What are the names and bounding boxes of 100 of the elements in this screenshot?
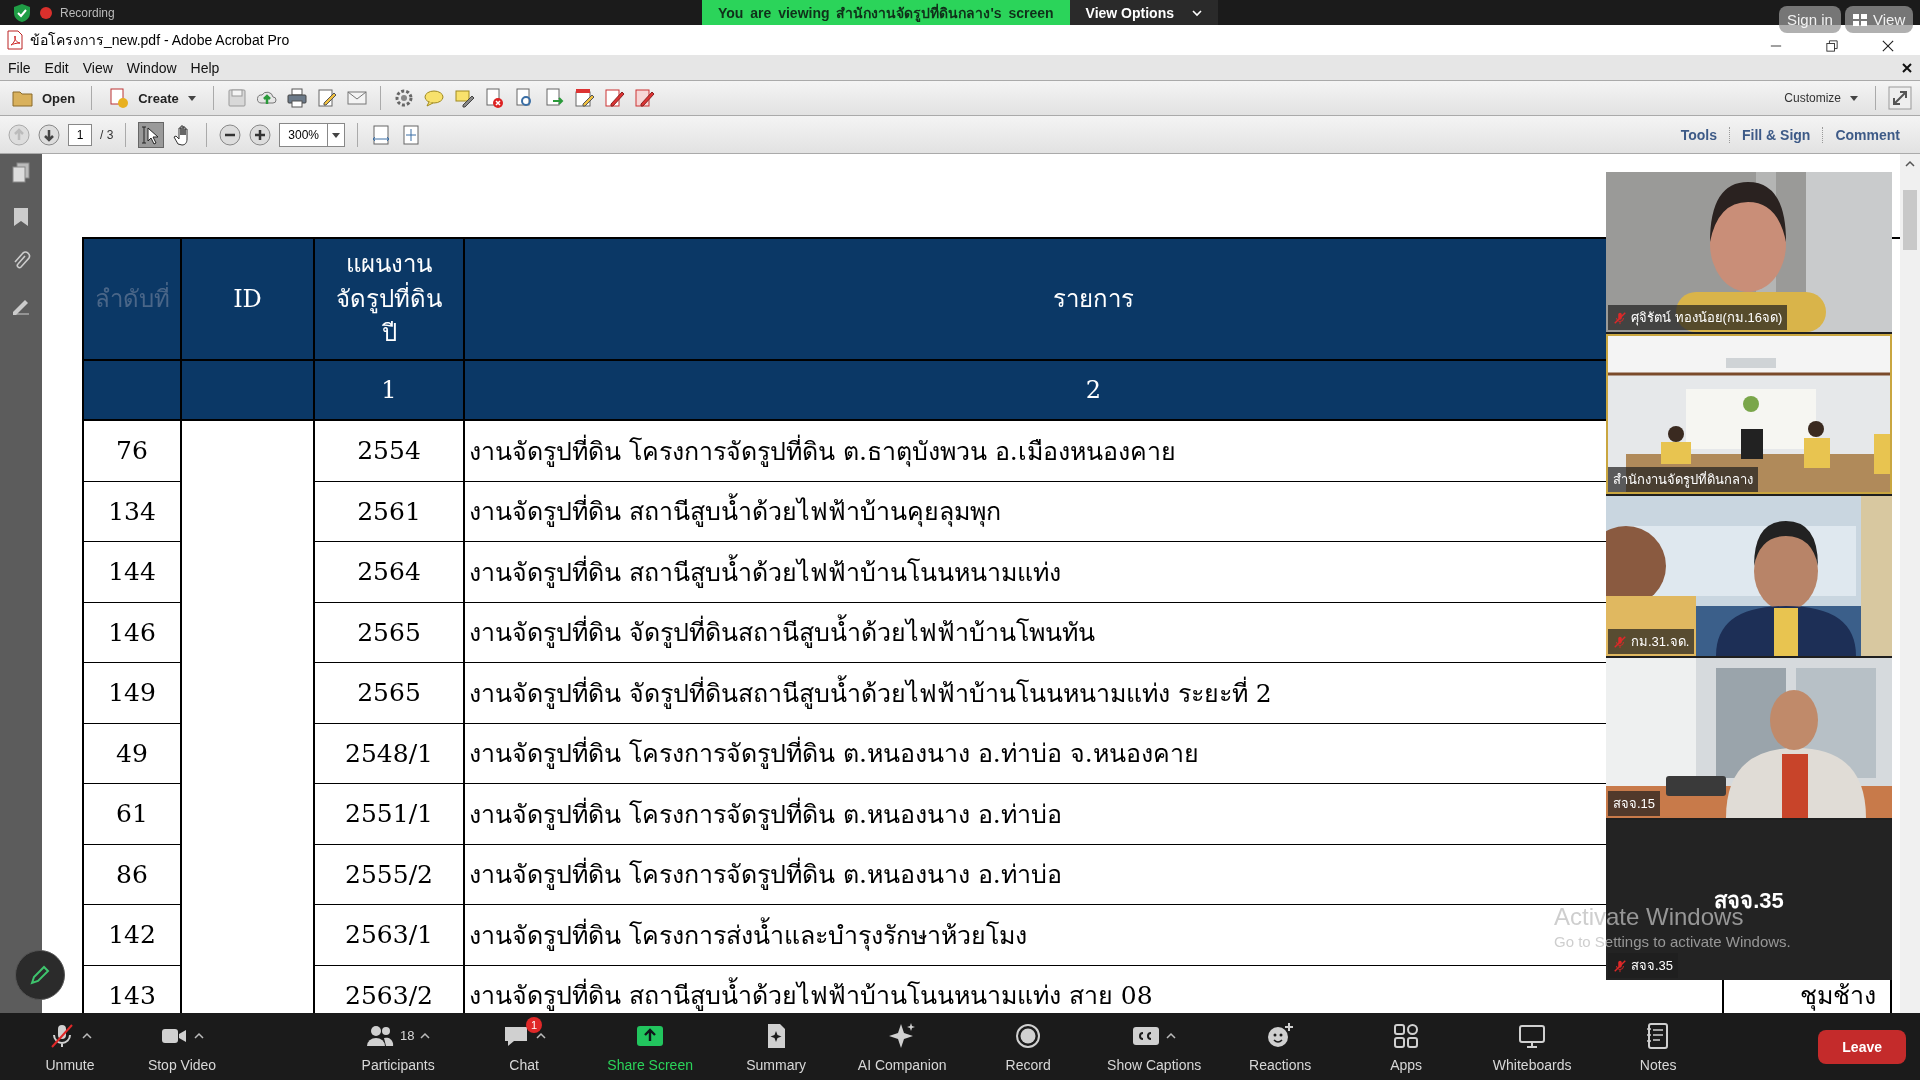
pdf-icon <box>6 30 24 50</box>
screen-share-banner: You are viewing สำนักงานจัดรูปที่ดินกลาง's screen <box>702 0 1070 25</box>
select-tool-icon[interactable] <box>138 121 165 148</box>
restore-icon[interactable] <box>1826 40 1838 52</box>
muted-mic-icon <box>1613 634 1627 649</box>
close-icon[interactable] <box>1882 40 1894 52</box>
page-number-field[interactable]: 1 <box>68 123 92 146</box>
highlight-note-icon[interactable] <box>452 87 475 109</box>
toolbar-button[interactable]: Apps <box>1350 1020 1463 1073</box>
column-number: 1 <box>315 361 465 421</box>
table-cell: 2564 <box>315 542 465 603</box>
zoom-field[interactable]: 300% <box>279 122 346 147</box>
zoom-in-icon[interactable] <box>249 123 272 146</box>
toolbar-button[interactable]: Whiteboards <box>1476 1020 1589 1073</box>
table-cell: 2561 <box>315 481 465 542</box>
table-cell: 76 <box>84 421 182 482</box>
toolbar-button[interactable]: Show Captions <box>1098 1020 1211 1073</box>
sign-in-button[interactable]: Sign in <box>1779 6 1841 33</box>
menu-item[interactable]: Edit <box>44 59 69 76</box>
table-cell: 86 <box>84 844 182 905</box>
smiley-plus-icon <box>1268 1021 1295 1047</box>
toolbar-button[interactable]: Reactions <box>1224 1020 1337 1073</box>
toolbar-button[interactable]: Notes <box>1602 1020 1715 1073</box>
expand-icon[interactable] <box>1888 86 1912 110</box>
toolbar-button[interactable]: Unmute <box>14 1020 126 1073</box>
video-camera-icon <box>162 1028 186 1043</box>
participant-name: ศุจิรัตน์ ทองน้อย(กม.16จด) <box>1608 305 1788 330</box>
window-title: ข้อโครงการ_new.pdf - Adobe Acrobat Pro <box>30 31 290 50</box>
next-page-icon[interactable] <box>38 123 60 146</box>
dropdown-arrow-icon <box>186 94 197 102</box>
sparkle-icon <box>889 1022 916 1048</box>
table-cell: 2565 <box>315 602 465 663</box>
notebook-icon <box>1646 1022 1669 1049</box>
print-icon[interactable] <box>285 87 308 109</box>
close-icon[interactable] <box>1902 62 1912 73</box>
menu-item[interactable]: File <box>8 59 31 76</box>
table-cell: 2555/2 <box>315 844 465 905</box>
chat-icon <box>505 1026 528 1046</box>
bookmark-icon[interactable] <box>11 206 31 228</box>
scrollbar-thumb[interactable] <box>1903 190 1917 250</box>
pane-tab[interactable]: Comment <box>1822 126 1912 143</box>
table-cell: 2548/1 <box>315 723 465 784</box>
recording-icon <box>40 6 52 19</box>
table-cell: 134 <box>84 481 182 542</box>
table-cell: 49 <box>84 723 182 784</box>
summary-icon <box>768 1023 786 1048</box>
table-cell: 149 <box>84 663 182 724</box>
table-cell: 61 <box>84 784 182 845</box>
menu-item[interactable]: Help <box>190 59 220 76</box>
paperclip-icon[interactable] <box>11 250 31 272</box>
caret-icon[interactable] <box>1166 1031 1177 1040</box>
customize-button[interactable]: Customize <box>1780 89 1863 107</box>
caret-icon[interactable] <box>420 1031 431 1040</box>
page-count: / 3 <box>100 127 114 142</box>
view-button[interactable]: View <box>1845 6 1914 33</box>
table-cell: 2565 <box>315 663 465 724</box>
leave-button[interactable]: Leave <box>1818 1029 1906 1064</box>
zoom-out-icon[interactable] <box>219 123 242 146</box>
participant-name: กม.31.จด. <box>1608 629 1695 654</box>
pane-tab[interactable]: Fill & Sign <box>1729 126 1823 143</box>
dropdown-arrow-icon <box>1849 94 1859 102</box>
caret-icon <box>1192 8 1202 17</box>
muted-mic-icon <box>51 1023 73 1048</box>
recording-label: Recording <box>60 5 115 20</box>
edit-icon[interactable] <box>315 87 338 109</box>
muted-mic-icon <box>1613 310 1627 325</box>
table-cell: 2551/1 <box>315 784 465 845</box>
view-options-button[interactable]: View Options <box>1069 0 1218 25</box>
signature-request-icon[interactable] <box>632 87 655 109</box>
toolbar-button[interactable]: Record <box>972 1020 1085 1073</box>
column-header: แผนงาน จัดรูปที่ดิน ปี <box>315 239 465 361</box>
create-pdf-icon <box>108 87 131 109</box>
toolbar-button[interactable]: AI Companion <box>846 1020 959 1073</box>
whiteboard-icon <box>1519 1024 1546 1048</box>
caret-icon[interactable] <box>194 1031 204 1040</box>
signature-icon[interactable] <box>602 87 625 109</box>
table-cell: 2554 <box>315 421 465 482</box>
toolbar-button[interactable]: 18 Participants <box>342 1020 455 1073</box>
table-cell: 146 <box>84 602 182 663</box>
toolbar-button[interactable]: Stop Video <box>126 1020 238 1073</box>
menu-item[interactable]: View <box>82 59 113 76</box>
column-header: ID <box>182 239 315 361</box>
participant-name: สจจ.15 <box>1608 791 1661 816</box>
menu-item[interactable]: Window <box>126 59 177 76</box>
caret-icon[interactable] <box>82 1031 92 1040</box>
form-edit-icon[interactable] <box>572 87 595 109</box>
toolbar-button[interactable]: Share Screen <box>594 1020 707 1073</box>
pages-icon[interactable] <box>11 162 31 184</box>
caret-icon[interactable] <box>536 1031 547 1040</box>
open-button[interactable]: Open <box>8 85 80 111</box>
pane-tab[interactable]: Tools <box>1668 126 1729 143</box>
toolbar-button[interactable]: Summary <box>720 1020 833 1073</box>
table-cell: 142 <box>84 905 182 966</box>
column-header: ลำดับที่ <box>84 239 182 361</box>
shield-check-icon <box>12 2 32 23</box>
pen-icon <box>28 963 52 987</box>
apps-icon <box>1394 1023 1419 1048</box>
unread-badge: 1 <box>526 1016 543 1033</box>
create-button[interactable]: Create <box>104 85 201 111</box>
table-cell: 2563/1 <box>315 905 465 966</box>
